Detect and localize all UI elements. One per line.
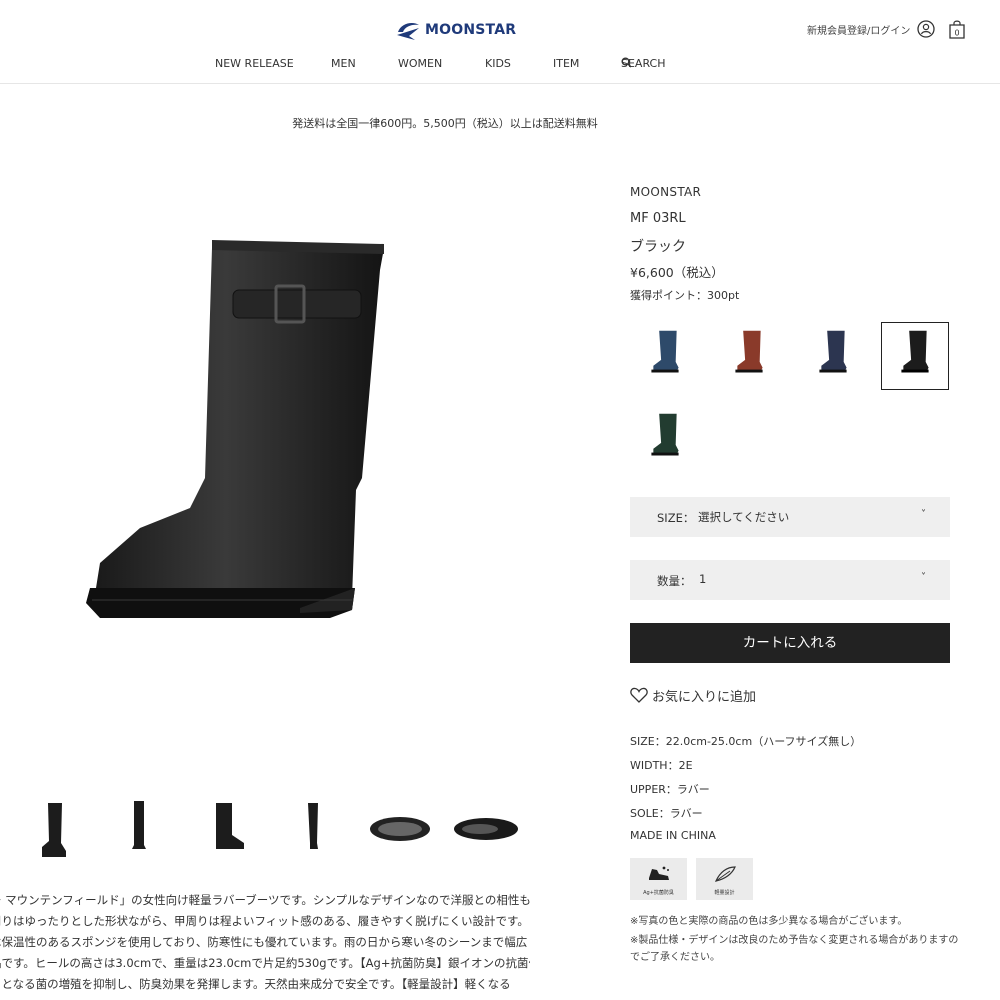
nav-item[interactable]: ITEM bbox=[553, 57, 579, 70]
size-label: SIZE： bbox=[657, 511, 695, 525]
feature-lightweight: 軽量設計 bbox=[696, 858, 753, 900]
spec-size: SIZE：22.0cm-25.0cm（ハーフサイズ無し） bbox=[630, 735, 862, 748]
product-price: ¥6,600（税込） bbox=[630, 265, 724, 280]
rain-boot-illustration bbox=[86, 240, 384, 618]
product-model: MF 03RL bbox=[630, 211, 686, 226]
nav-new-release[interactable]: NEW RELEASE bbox=[215, 57, 294, 70]
boot-back-icon bbox=[308, 803, 318, 849]
boot-swatch-icon bbox=[901, 330, 929, 373]
chevron-down-icon: ˅ bbox=[921, 572, 926, 583]
nav-men[interactable]: MEN bbox=[331, 57, 356, 70]
quantity-label: 数量： bbox=[657, 574, 692, 588]
size-value: 選択してください bbox=[698, 510, 790, 524]
description-line: ー マウンテンフィールド」の女性向け軽量ラバーブーツです。シンプルなデザインなの… bbox=[0, 893, 530, 907]
thumbnail-top[interactable] bbox=[364, 795, 436, 865]
boot-swatch-icon bbox=[735, 330, 763, 373]
heart-icon bbox=[630, 687, 648, 703]
note-color-difference: ※写真の色と実際の商品の色は多少異なる場合がございます。 bbox=[630, 916, 908, 927]
product-main-image[interactable] bbox=[0, 178, 528, 780]
boot-sole-icon bbox=[454, 818, 518, 840]
brand-logo-text: MOONSTAR bbox=[425, 22, 517, 38]
cart-count: 0 bbox=[954, 29, 959, 38]
login-link[interactable]: 新規会員登録/ログイン bbox=[807, 22, 910, 37]
spec-origin: MADE IN CHINA bbox=[630, 829, 716, 842]
feather-icon bbox=[714, 866, 736, 882]
boot-swatch-icon bbox=[819, 330, 847, 373]
boot-inner-icon bbox=[216, 803, 244, 849]
nav-women[interactable]: WOMEN bbox=[398, 57, 442, 70]
user-icon[interactable] bbox=[917, 20, 935, 38]
main-nav: NEW RELEASE MEN WOMEN KIDS ITEM SEARCH bbox=[0, 57, 1000, 71]
boot-swatch-icon bbox=[651, 330, 679, 373]
thumbnail-inner[interactable] bbox=[192, 795, 264, 865]
favorites-label: お気に入りに追加 bbox=[652, 689, 757, 705]
thumbnail-back[interactable] bbox=[278, 795, 350, 865]
brand-logo[interactable]: MOONSTAR bbox=[395, 18, 516, 42]
description-line: は保温性のあるスポンジを使用しており、防寒性にも優れています。雨の日から寒い冬の… bbox=[0, 935, 528, 949]
description-line: 品です。ヒールの高さは3.0cmで、重量は23.0cmで片足約530gです。【A… bbox=[0, 956, 530, 970]
moonstar-logo-icon bbox=[397, 23, 419, 40]
product-description: ー マウンテンフィールド」の女性向け軽量ラバーブーツです。シンプルなデザインなの… bbox=[0, 890, 530, 995]
description-line: 周りはゆったりとした形状ながら、甲周りは程よいフィット感のある、履きやすく脱げに… bbox=[0, 914, 529, 928]
chevron-down-icon: ˅ bbox=[921, 509, 926, 520]
shoe-icon bbox=[649, 866, 669, 880]
quantity-select[interactable]: 数量： 1 ˅ bbox=[630, 560, 950, 600]
feature-antibacterial: Ag+抗菌防臭 bbox=[630, 858, 687, 900]
product-thumbnails bbox=[10, 795, 530, 865]
spec-upper: UPPER：ラバー bbox=[630, 783, 710, 796]
feature-antibacterial-label: Ag+抗菌防臭 bbox=[643, 890, 674, 896]
add-to-cart-button[interactable]: カートに入れる bbox=[630, 623, 950, 663]
nav-kids[interactable]: KIDS bbox=[485, 57, 511, 70]
note-spec-change-cont: でご了承ください。 bbox=[630, 952, 720, 963]
shipping-notice: 発送料は全国一律600円。5,500円（税込）以上は配送料無料 bbox=[292, 117, 598, 130]
color-swatch-green[interactable] bbox=[631, 405, 699, 473]
reward-points: 獲得ポイント：300pt bbox=[630, 289, 740, 302]
quantity-value: 1 bbox=[699, 572, 707, 586]
feature-lightweight-label: 軽量設計 bbox=[714, 890, 735, 896]
nav-search-label: SEARCH bbox=[621, 57, 666, 70]
boot-side-icon bbox=[42, 803, 66, 857]
spec-width: WIDTH：2E bbox=[630, 759, 693, 772]
thumbnail-front[interactable] bbox=[104, 795, 176, 865]
color-swatch-navy[interactable] bbox=[799, 322, 867, 390]
boot-front-icon bbox=[132, 801, 146, 849]
thumbnail-sole[interactable] bbox=[450, 795, 522, 865]
color-swatch-navy-blue[interactable] bbox=[631, 322, 699, 390]
product-brand: MOONSTAR bbox=[630, 185, 702, 199]
site-header: MOONSTAR 新規会員登録/ログイン 0 NEW RELEASE MEN W… bbox=[0, 0, 1000, 84]
note-spec-change: ※製品仕様・デザインは改良のため予告なく変更される場合がありますの bbox=[630, 935, 959, 946]
spec-sole: SOLE：ラバー bbox=[630, 807, 703, 820]
color-swatch-black[interactable] bbox=[881, 322, 949, 390]
boot-top-icon bbox=[370, 817, 430, 841]
boot-swatch-icon bbox=[651, 413, 679, 456]
color-swatch-brown[interactable] bbox=[715, 322, 783, 390]
thumbnail-side[interactable] bbox=[18, 795, 90, 865]
add-to-favorites-button[interactable]: お気に入りに追加 bbox=[630, 685, 756, 705]
size-select[interactable]: SIZE： 選択してください ˅ bbox=[630, 497, 950, 537]
description-line: らとなる菌の増殖を抑制し、防臭効果を発揮します。天然由来成分で安全です。【軽量設… bbox=[0, 977, 511, 991]
product-color-name: ブラック bbox=[630, 239, 686, 255]
nav-search[interactable]: SEARCH bbox=[621, 57, 666, 70]
cart-bag-icon[interactable]: 0 bbox=[948, 19, 966, 39]
